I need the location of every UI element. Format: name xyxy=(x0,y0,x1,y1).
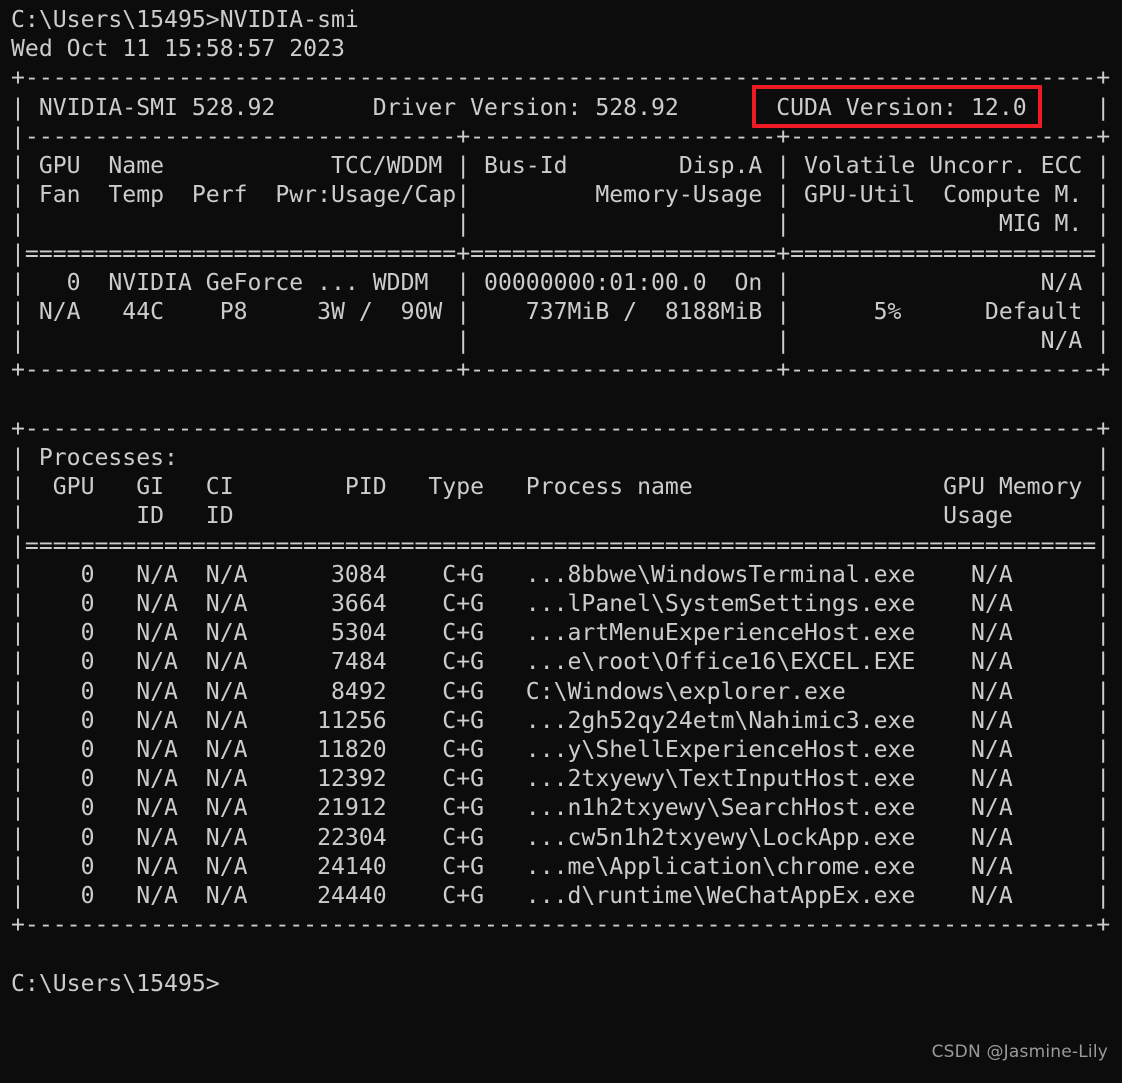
console-output[interactable]: C:\Users\15495>NVIDIA-smi Wed Oct 11 15:… xyxy=(11,6,1110,999)
csdn-watermark: CSDN @Jasmine-Lily xyxy=(931,1041,1108,1062)
terminal-window[interactable]: C:\Users\15495>NVIDIA-smi Wed Oct 11 15:… xyxy=(0,0,1122,1083)
